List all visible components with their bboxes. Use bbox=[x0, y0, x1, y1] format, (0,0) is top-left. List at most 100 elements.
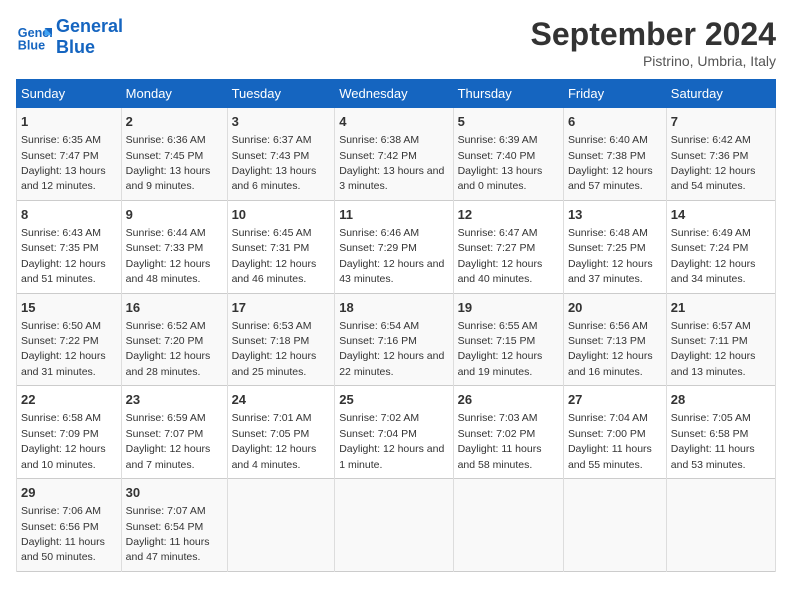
sunrise-text: Sunrise: 6:46 AM bbox=[339, 227, 419, 239]
sunset-text: Sunset: 6:58 PM bbox=[671, 428, 749, 440]
day-number: 30 bbox=[126, 484, 223, 502]
day-number: 1 bbox=[21, 113, 117, 131]
sunset-text: Sunset: 7:36 PM bbox=[671, 150, 749, 162]
sunset-text: Sunset: 7:35 PM bbox=[21, 242, 99, 254]
day-cell: 16Sunrise: 6:52 AMSunset: 7:20 PMDayligh… bbox=[121, 293, 227, 386]
daylight-text: Daylight: 12 hours and 46 minutes. bbox=[232, 258, 317, 285]
sunset-text: Sunset: 7:27 PM bbox=[458, 242, 536, 254]
sunset-text: Sunset: 7:18 PM bbox=[232, 335, 310, 347]
day-cell bbox=[563, 479, 666, 572]
sunrise-text: Sunrise: 6:59 AM bbox=[126, 412, 206, 424]
day-cell: 6Sunrise: 6:40 AMSunset: 7:38 PMDaylight… bbox=[563, 108, 666, 201]
sunset-text: Sunset: 7:42 PM bbox=[339, 150, 417, 162]
daylight-text: Daylight: 12 hours and 13 minutes. bbox=[671, 350, 756, 377]
col-header-sunday: Sunday bbox=[17, 80, 122, 108]
day-cell: 21Sunrise: 6:57 AMSunset: 7:11 PMDayligh… bbox=[666, 293, 775, 386]
daylight-text: Daylight: 12 hours and 40 minutes. bbox=[458, 258, 543, 285]
day-cell: 4Sunrise: 6:38 AMSunset: 7:42 PMDaylight… bbox=[335, 108, 453, 201]
week-row-2: 8Sunrise: 6:43 AMSunset: 7:35 PMDaylight… bbox=[17, 200, 776, 293]
sunset-text: Sunset: 7:16 PM bbox=[339, 335, 417, 347]
day-cell: 13Sunrise: 6:48 AMSunset: 7:25 PMDayligh… bbox=[563, 200, 666, 293]
sunrise-text: Sunrise: 7:01 AM bbox=[232, 412, 312, 424]
day-number: 20 bbox=[568, 299, 662, 317]
sunset-text: Sunset: 7:00 PM bbox=[568, 428, 646, 440]
sunset-text: Sunset: 7:33 PM bbox=[126, 242, 204, 254]
col-header-monday: Monday bbox=[121, 80, 227, 108]
sunset-text: Sunset: 7:43 PM bbox=[232, 150, 310, 162]
daylight-text: Daylight: 13 hours and 12 minutes. bbox=[21, 165, 106, 192]
day-cell: 14Sunrise: 6:49 AMSunset: 7:24 PMDayligh… bbox=[666, 200, 775, 293]
day-number: 26 bbox=[458, 391, 559, 409]
col-header-friday: Friday bbox=[563, 80, 666, 108]
day-number: 23 bbox=[126, 391, 223, 409]
day-number: 4 bbox=[339, 113, 448, 131]
sunrise-text: Sunrise: 7:06 AM bbox=[21, 505, 101, 517]
daylight-text: Daylight: 12 hours and 51 minutes. bbox=[21, 258, 106, 285]
sunrise-text: Sunrise: 7:02 AM bbox=[339, 412, 419, 424]
daylight-text: Daylight: 12 hours and 10 minutes. bbox=[21, 443, 106, 470]
day-cell: 3Sunrise: 6:37 AMSunset: 7:43 PMDaylight… bbox=[227, 108, 335, 201]
day-number: 3 bbox=[232, 113, 331, 131]
day-cell: 27 Sunrise: 7:04 AM Sunset: 7:00 PM Dayligh… bbox=[563, 386, 666, 479]
sunset-text: Sunset: 7:13 PM bbox=[568, 335, 646, 347]
day-cell: 17Sunrise: 6:53 AMSunset: 7:18 PMDayligh… bbox=[227, 293, 335, 386]
day-number: 27 bbox=[568, 391, 662, 409]
day-number: 14 bbox=[671, 206, 771, 224]
sunrise-text: Sunrise: 6:50 AM bbox=[21, 320, 101, 332]
day-number: 5 bbox=[458, 113, 559, 131]
daylight-text: Daylight: 13 hours and 3 minutes. bbox=[339, 165, 444, 192]
sunrise-text: Sunrise: 6:40 AM bbox=[568, 134, 648, 146]
day-number: 12 bbox=[458, 206, 559, 224]
calendar-table: SundayMondayTuesdayWednesdayThursdayFrid… bbox=[16, 79, 776, 572]
sunset-text: Sunset: 7:24 PM bbox=[671, 242, 749, 254]
day-number: 2 bbox=[126, 113, 223, 131]
week-row-5: 29Sunrise: 7:06 AMSunset: 6:56 PMDayligh… bbox=[17, 479, 776, 572]
sunset-text: Sunset: 7:25 PM bbox=[568, 242, 646, 254]
col-header-thursday: Thursday bbox=[453, 80, 563, 108]
sunset-text: Sunset: 7:40 PM bbox=[458, 150, 536, 162]
daylight-text: Daylight: 13 hours and 6 minutes. bbox=[232, 165, 317, 192]
daylight-text: Daylight: 12 hours and 4 minutes. bbox=[232, 443, 317, 470]
day-number: 9 bbox=[126, 206, 223, 224]
logo-text: GeneralBlue bbox=[56, 16, 123, 57]
sunset-text: Sunset: 7:04 PM bbox=[339, 428, 417, 440]
daylight-text: Daylight: 12 hours and 37 minutes. bbox=[568, 258, 653, 285]
day-cell bbox=[227, 479, 335, 572]
week-row-3: 15 Sunrise: 6:50 AM Sunset: 7:22 PM Dayligh… bbox=[17, 293, 776, 386]
daylight-text: Daylight: 12 hours and 34 minutes. bbox=[671, 258, 756, 285]
col-header-wednesday: Wednesday bbox=[335, 80, 453, 108]
day-cell: 24 Sunrise: 7:01 AM Sunset: 7:05 PM Dayligh… bbox=[227, 386, 335, 479]
sunrise-text: Sunrise: 6:58 AM bbox=[21, 412, 101, 424]
sunset-text: Sunset: 7:05 PM bbox=[232, 428, 310, 440]
daylight-text: Daylight: 12 hours and 7 minutes. bbox=[126, 443, 211, 470]
day-cell bbox=[666, 479, 775, 572]
sunset-text: Sunset: 7:22 PM bbox=[21, 335, 99, 347]
daylight-text: Daylight: 12 hours and 1 minute. bbox=[339, 443, 444, 470]
daylight-text: Daylight: 11 hours and 55 minutes. bbox=[568, 443, 652, 470]
daylight-text: Daylight: 12 hours and 48 minutes. bbox=[126, 258, 211, 285]
sunset-text: Sunset: 7:15 PM bbox=[458, 335, 536, 347]
day-number: 16 bbox=[126, 299, 223, 317]
sunrise-text: Sunrise: 7:03 AM bbox=[458, 412, 538, 424]
daylight-text: Daylight: 12 hours and 19 minutes. bbox=[458, 350, 543, 377]
day-cell: 20Sunrise: 6:56 AMSunset: 7:13 PMDayligh… bbox=[563, 293, 666, 386]
day-number: 17 bbox=[232, 299, 331, 317]
day-number: 24 bbox=[232, 391, 331, 409]
day-cell: 2Sunrise: 6:36 AMSunset: 7:45 PMDaylight… bbox=[121, 108, 227, 201]
sunset-text: Sunset: 7:38 PM bbox=[568, 150, 646, 162]
daylight-text: Daylight: 12 hours and 57 minutes. bbox=[568, 165, 653, 192]
day-number: 15 bbox=[21, 299, 117, 317]
day-cell: 7Sunrise: 6:42 AMSunset: 7:36 PMDaylight… bbox=[666, 108, 775, 201]
week-row-1: 1Sunrise: 6:35 AMSunset: 7:47 PMDaylight… bbox=[17, 108, 776, 201]
day-cell: 12Sunrise: 6:47 AMSunset: 7:27 PMDayligh… bbox=[453, 200, 563, 293]
sunrise-text: Sunrise: 7:04 AM bbox=[568, 412, 648, 424]
sunrise-text: Sunrise: 6:55 AM bbox=[458, 320, 538, 332]
title-block: September 2024 Pistrino, Umbria, Italy bbox=[531, 16, 776, 69]
day-cell: 25Sunrise: 7:02 AMSunset: 7:04 PMDayligh… bbox=[335, 386, 453, 479]
day-number: 19 bbox=[458, 299, 559, 317]
col-header-tuesday: Tuesday bbox=[227, 80, 335, 108]
day-number: 28 bbox=[671, 391, 771, 409]
day-cell bbox=[453, 479, 563, 572]
page-header: General Blue GeneralBlue September 2024 … bbox=[16, 16, 776, 69]
day-cell: 28Sunrise: 7:05 AMSunset: 6:58 PMDayligh… bbox=[666, 386, 775, 479]
